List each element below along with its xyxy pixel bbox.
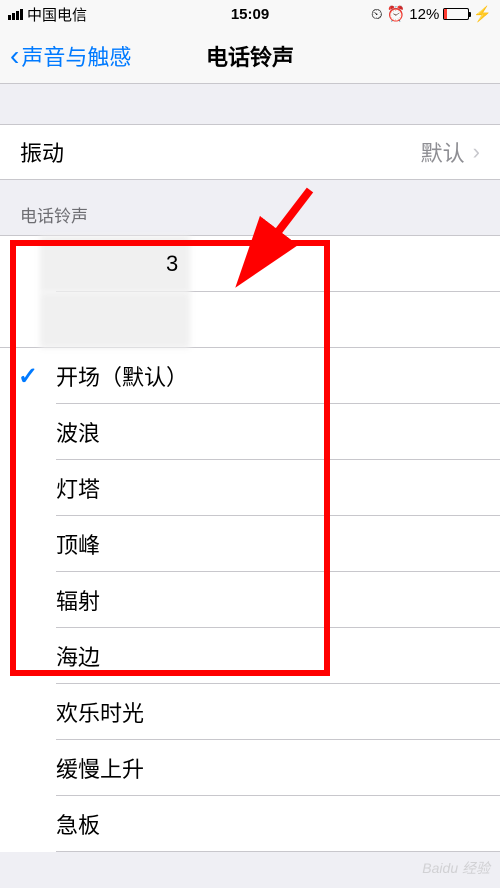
vibration-label: 振动 (20, 136, 64, 168)
custom-ringtone-partial: 3 (166, 251, 178, 277)
battery-pct: 12% (409, 6, 439, 23)
ringtone-row-seaside[interactable]: 海边 (0, 628, 500, 684)
ringtone-row-waves[interactable]: 波浪 (0, 404, 500, 460)
custom-ringtone-row[interactable]: 3 (0, 236, 500, 292)
ringtone-row-summit[interactable]: 顶峰 (0, 516, 500, 572)
status-time: 15:09 (231, 6, 269, 23)
checkmark-icon: ✓ (18, 362, 38, 391)
ringtone-row-slowrise[interactable]: 缓慢上升 (0, 740, 500, 796)
ringtone-label: 缓慢上升 (56, 752, 144, 784)
charging-icon: ⚡ (473, 5, 492, 23)
chevron-left-icon: ‹ (10, 42, 19, 70)
back-label: 声音与触感 (21, 40, 131, 72)
ringtone-label: 波浪 (56, 416, 100, 448)
chevron-right-icon: › (473, 139, 480, 165)
ringtone-list: 3 心安理得 2 ✓ 开场（默认） 波浪 灯塔 顶峰 辐射 海边 欢乐时光 缓慢… (0, 235, 500, 852)
ringtone-row-presto[interactable]: 急板 (0, 796, 500, 852)
custom-ringtone-row[interactable]: 心安理得 2 (0, 292, 500, 348)
ringtone-row-beacon[interactable]: 灯塔 (0, 460, 500, 516)
ringtone-label: 开场（默认） (56, 360, 188, 392)
vibration-row[interactable]: 振动 默认 › (0, 124, 500, 180)
vibration-value: 默认 › (421, 136, 480, 168)
battery-icon (443, 8, 469, 20)
alarm-icon: ⏰ (387, 5, 406, 23)
watermark: Baidu 经验 (422, 858, 490, 878)
ringtone-row-radiate[interactable]: 辐射 (0, 572, 500, 628)
ringtone-label: 急板 (56, 808, 100, 840)
status-left: 中国电信 (8, 4, 87, 25)
signal-icon (8, 9, 23, 20)
ringtone-row-opening[interactable]: ✓ 开场（默认） (0, 348, 500, 404)
section-header-ringtones: 电话铃声 (0, 180, 500, 235)
ringtone-label: 欢乐时光 (56, 696, 144, 728)
page-title: 电话铃声 (206, 40, 294, 72)
nav-bar: ‹ 声音与触感 电话铃声 (0, 28, 500, 84)
status-right: ⏲ ⏰ 12% ⚡ (371, 5, 492, 23)
back-button[interactable]: ‹ 声音与触感 (10, 40, 131, 72)
blurred-region (40, 292, 190, 348)
ringtone-label: 灯塔 (56, 472, 100, 504)
ringtone-label: 海边 (56, 640, 100, 672)
ringtone-row-playtime[interactable]: 欢乐时光 (0, 684, 500, 740)
ringtone-label: 辐射 (56, 584, 100, 616)
status-bar: 中国电信 15:09 ⏲ ⏰ 12% ⚡ (0, 0, 500, 28)
ringtone-label: 顶峰 (56, 528, 100, 560)
orientation-lock-icon: ⏲ (371, 6, 383, 23)
carrier-label: 中国电信 (27, 4, 87, 25)
